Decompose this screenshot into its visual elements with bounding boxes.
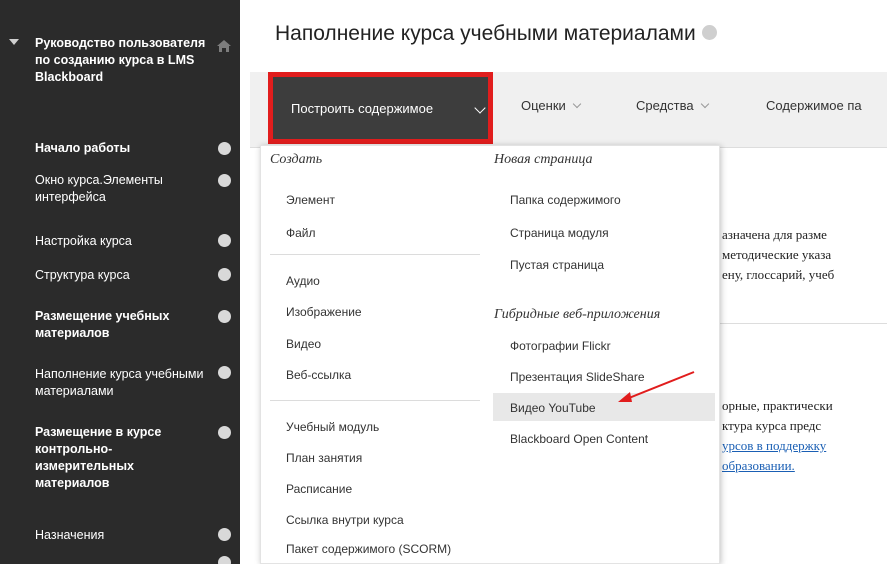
home-icon[interactable] [216, 39, 232, 53]
sidebar-item-label: Настройка курса [35, 234, 132, 248]
sidebar-item-assignments[interactable]: Назначения [0, 524, 240, 548]
menu-item-image[interactable]: Изображение [286, 305, 362, 319]
circle-icon [218, 234, 231, 247]
grades-menu[interactable]: Оценки [521, 98, 582, 113]
tools-label: Средства [636, 98, 694, 113]
content-link[interactable]: образовании. [722, 458, 795, 474]
circle-icon [218, 174, 231, 187]
chevron-down-icon [572, 99, 582, 109]
circle-icon [218, 426, 231, 439]
chevron-down-icon [700, 99, 709, 109]
content-text: ену, глоссарий, учеб [722, 267, 835, 282]
menu-item-video[interactable]: Видео [286, 337, 321, 351]
page-title: Наполнение курса учебными материалами [275, 22, 717, 46]
menu-item-element[interactable]: Элемент [286, 193, 335, 207]
tools-menu[interactable]: Средства [636, 98, 709, 113]
build-content-dropdown [260, 145, 720, 564]
page-title-text: Наполнение курса учебными материалами [275, 22, 696, 45]
menu-item-syllabus[interactable]: Расписание [286, 482, 352, 496]
sidebar-item-settings[interactable]: Настройка курса [0, 230, 240, 254]
chevron-down-icon [474, 102, 486, 114]
menu-item-blank-page[interactable]: Пустая страница [510, 258, 604, 272]
menu-item-file[interactable]: Файл [286, 226, 316, 240]
sidebar-item-label: Начало работы [35, 141, 131, 155]
circle-icon [218, 268, 231, 281]
menu-item-module-page[interactable]: Страница модуля [510, 226, 609, 240]
menu-item-weblink[interactable]: Веб-ссылка [286, 368, 351, 382]
new-page-heading: Новая страница [494, 152, 593, 167]
sidebar-item-structure[interactable]: Структура курса [0, 264, 240, 288]
circle-icon [218, 556, 231, 564]
sidebar-item-control[interactable]: Размещение в курсе контрольно-измеритель… [0, 424, 240, 504]
menu-item-scorm[interactable]: Пакет содержимого (SCORM) [286, 542, 451, 556]
sidebar-item-label: Размещение учебных материалов [35, 309, 170, 340]
sidebar-item-interface[interactable]: Окно курса.Элементы интерфейса [0, 172, 240, 212]
menu-item-lesson-plan[interactable]: План занятия [286, 451, 362, 465]
menu-item-course-link[interactable]: Ссылка внутри курса [286, 513, 404, 527]
sidebar-item-partial[interactable] [0, 556, 240, 564]
build-content-button[interactable]: Построить содержимое [268, 72, 493, 144]
content-text: орные, практически [722, 398, 833, 413]
grades-label: Оценки [521, 98, 566, 113]
sidebar-item-start[interactable]: Начало работы [0, 137, 240, 161]
info-icon[interactable] [701, 24, 717, 40]
menu-separator [270, 254, 480, 255]
create-heading: Создать [270, 152, 323, 167]
sidebar-item-label: Структура курса [35, 268, 130, 282]
content-text: ктура курса предс [722, 418, 822, 433]
divider [720, 323, 887, 324]
circle-icon [218, 310, 231, 323]
sidebar-item-placement[interactable]: Размещение учебных материалов [0, 308, 240, 348]
menu-separator [270, 400, 480, 401]
sidebar-item-label: Размещение в курсе контрольно-измеритель… [35, 425, 162, 490]
content-text: азначена для разме [722, 227, 827, 242]
menu-item-content-folder[interactable]: Папка содержимого [510, 193, 621, 207]
menu-item-open-content[interactable]: Blackboard Open Content [510, 432, 648, 446]
annotation-arrow-icon [618, 371, 695, 402]
hybrid-apps-heading: Гибридные веб-приложения [494, 307, 661, 322]
sidebar-item-label: Руководство пользователя по созданию кур… [35, 36, 206, 84]
content-menu[interactable]: Содержимое па [766, 98, 862, 113]
circle-icon [218, 366, 231, 379]
collapse-caret-icon[interactable] [9, 39, 19, 45]
sidebar-item-guide[interactable]: Руководство пользователя по созданию кур… [0, 35, 240, 127]
menu-item-audio[interactable]: Аудио [286, 274, 320, 288]
build-content-label: Построить содержимое [291, 101, 434, 116]
content-text: методические указа [722, 247, 832, 262]
course-sidebar: Руководство пользователя по созданию кур… [0, 0, 240, 564]
sidebar-item-label: Окно курса.Элементы интерфейса [35, 173, 163, 204]
circle-icon [218, 142, 231, 155]
sidebar-item-label: Наполнение курса учебными материалами [35, 367, 204, 398]
menu-item-youtube[interactable]: Видео YouTube [510, 401, 596, 415]
circle-icon [218, 528, 231, 541]
content-label: Содержимое па [766, 98, 862, 113]
sidebar-item-label: Назначения [35, 528, 105, 542]
sidebar-item-filling[interactable]: Наполнение курса учебными материалами [0, 366, 240, 406]
menu-item-learning-module[interactable]: Учебный модуль [286, 420, 379, 434]
content-link[interactable]: урсов в поддержку [722, 438, 826, 454]
menu-item-flickr[interactable]: Фотографии Flickr [510, 339, 611, 353]
